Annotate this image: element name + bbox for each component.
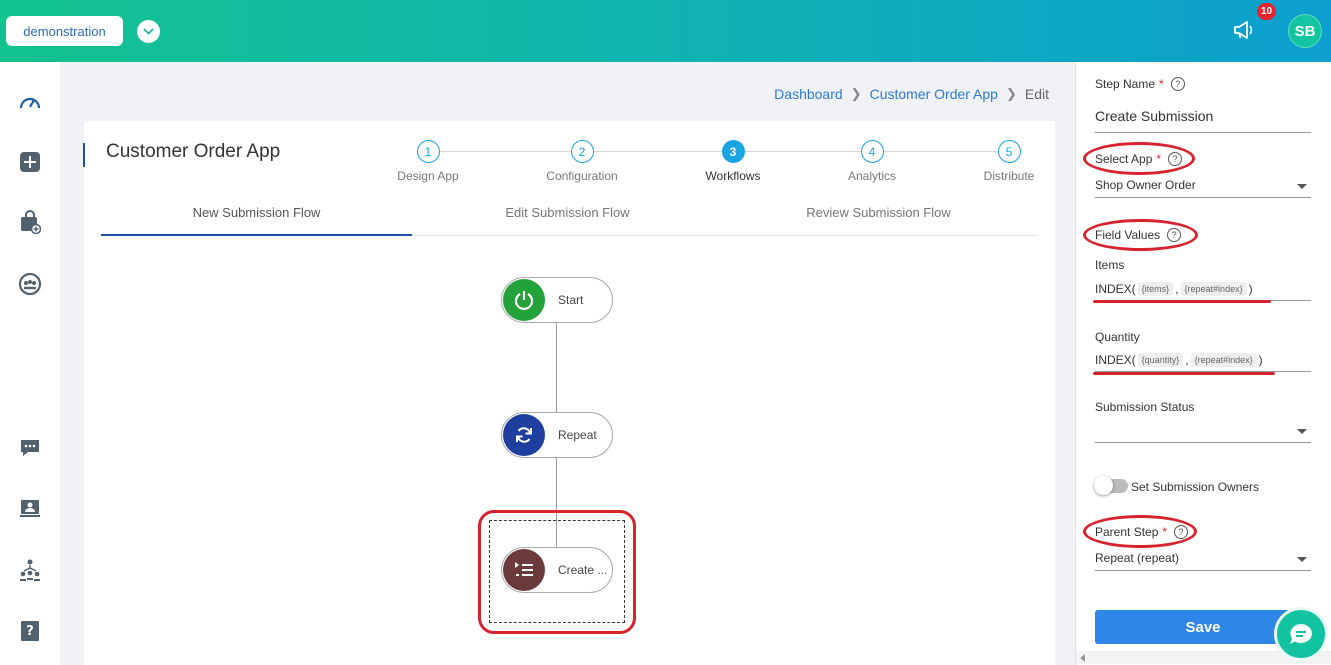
breadcrumb: Dashboard ❯ Customer Order App ❯ Edit <box>774 86 1049 102</box>
step-number: 5 <box>997 140 1021 163</box>
flow-tabs: New Submission Flow Edit Submission Flow… <box>101 205 1037 236</box>
tab-review-submission-flow[interactable]: Review Submission Flow <box>723 205 1034 236</box>
step-name-input[interactable]: Create Submission <box>1095 108 1311 133</box>
step-label: Distribute <box>983 169 1035 183</box>
step-number: 4 <box>860 140 884 163</box>
step-label: Analytics <box>847 169 897 183</box>
formula-comma: , <box>1175 281 1179 296</box>
set-owners-toggle[interactable] <box>1094 476 1128 495</box>
chat-bubble-icon <box>1290 624 1312 644</box>
submission-status-label: Submission Status <box>1095 400 1195 414</box>
notification-badge: 10 <box>1257 3 1276 20</box>
step-workflows[interactable]: 3 Workflows <box>688 140 778 183</box>
formula-comma: , <box>1185 352 1189 367</box>
tab-new-submission-flow[interactable]: New Submission Flow <box>101 205 412 236</box>
step-number: 1 <box>416 140 440 163</box>
group-icon[interactable] <box>18 272 42 296</box>
breadcrumb-dashboard[interactable]: Dashboard <box>774 86 843 102</box>
flow-node-start[interactable]: Start <box>501 277 613 323</box>
quantity-label: Quantity <box>1095 330 1140 344</box>
formula-function: INDEX( <box>1095 281 1136 296</box>
chat-icon[interactable] <box>18 436 42 460</box>
page-title: Customer Order App <box>106 141 281 162</box>
caret-down-icon <box>1297 429 1307 434</box>
chevron-right-icon: ❯ <box>1005 86 1017 101</box>
step-label: Design App <box>397 169 459 183</box>
svg-text:?: ? <box>26 624 34 639</box>
power-icon <box>503 279 545 321</box>
caret-down-icon <box>1297 557 1307 562</box>
required-mark: * <box>1159 77 1164 91</box>
chevron-right-icon: ❯ <box>850 86 862 101</box>
megaphone-icon[interactable] <box>1232 20 1256 40</box>
step-distribute[interactable]: 5 Distribute <box>964 140 1054 183</box>
variable-chip[interactable]: {repeat#index} <box>1180 281 1247 296</box>
help-book-icon[interactable]: ? <box>18 619 42 643</box>
annotation-circle <box>1083 219 1198 251</box>
bag-add-icon[interactable] <box>18 210 42 234</box>
flow-node-repeat[interactable]: Repeat <box>501 412 613 458</box>
caret-down-icon <box>1297 184 1307 189</box>
flow-connector <box>556 323 557 412</box>
scroll-left-icon[interactable] <box>1080 654 1085 662</box>
left-sidebar: ? <box>0 62 60 665</box>
breadcrumb-app[interactable]: Customer Order App <box>870 86 998 102</box>
top-bar: demonstration 10 SB <box>0 0 1331 62</box>
step-name-label: Step Name * ? <box>1095 77 1185 91</box>
chat-support-button[interactable] <box>1274 607 1328 661</box>
formula-function: INDEX( <box>1095 352 1136 367</box>
annotation-circle <box>1083 515 1197 548</box>
contact-card-icon[interactable] <box>18 496 42 520</box>
submission-status-dropdown[interactable] <box>1095 423 1311 443</box>
variable-chip[interactable]: {quantity} <box>1137 352 1184 367</box>
annotation-underline <box>1093 372 1275 375</box>
flow-node-label: Start <box>558 293 584 307</box>
variable-chip[interactable]: {repeat#index} <box>1190 352 1257 367</box>
select-value: Shop Owner Order <box>1095 178 1196 192</box>
dashboard-icon[interactable] <box>18 91 42 115</box>
set-owners-label: Set Submission Owners <box>1131 480 1260 494</box>
formula-close: ) <box>1258 352 1263 367</box>
parent-step-dropdown[interactable]: Repeat (repeat) <box>1095 551 1311 571</box>
toggle-knob <box>1094 476 1113 495</box>
items-label: Items <box>1095 258 1125 272</box>
step-design-app[interactable]: 1 Design App <box>383 140 473 183</box>
formula-close: ) <box>1248 281 1253 296</box>
annotation-underline <box>1093 300 1271 303</box>
items-formula-field[interactable]: INDEX( {items} , {repeat#index} ) <box>1095 277 1311 301</box>
org-selector-button[interactable]: demonstration <box>6 16 123 46</box>
org-chart-icon[interactable] <box>18 558 42 582</box>
workflow-card: Customer Order App 1 Design App 2 Config… <box>83 121 1055 665</box>
select-app-dropdown[interactable]: Shop Owner Order <box>1095 178 1311 198</box>
step-label: Workflows <box>705 169 761 183</box>
user-avatar[interactable]: SB <box>1288 14 1322 48</box>
refresh-icon <box>503 414 545 456</box>
add-square-icon[interactable] <box>18 150 42 174</box>
step-configuration[interactable]: 2 Configuration <box>537 140 627 183</box>
step-number: 3 <box>721 140 745 163</box>
annotation-circle <box>478 510 636 634</box>
quantity-formula-field[interactable]: INDEX( {quantity} , {repeat#index} ) <box>1095 348 1311 372</box>
annotation-circle <box>1083 142 1195 175</box>
variable-chip[interactable]: {items} <box>1137 281 1174 296</box>
select-value: Repeat (repeat) <box>1095 551 1180 565</box>
step-analytics[interactable]: 4 Analytics <box>827 140 917 183</box>
chevron-down-icon[interactable] <box>137 20 160 43</box>
step-label: Configuration <box>546 169 618 183</box>
title-accent-bar <box>83 143 85 167</box>
help-icon[interactable]: ? <box>1170 77 1185 91</box>
step-number: 2 <box>570 140 594 163</box>
flow-node-label: Repeat <box>558 428 597 442</box>
step-properties-panel: Step Name * ? Create Submission Select A… <box>1075 62 1331 665</box>
label-text: Step Name <box>1095 77 1156 91</box>
tab-edit-submission-flow[interactable]: Edit Submission Flow <box>412 205 723 236</box>
breadcrumb-current: Edit <box>1024 86 1049 102</box>
